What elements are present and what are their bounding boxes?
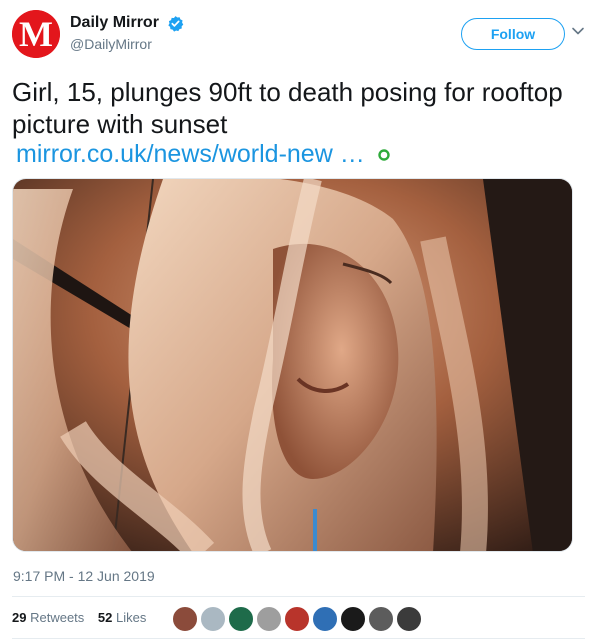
tweet-timestamp[interactable]: 9:17 PM - 12 Jun 2019 — [13, 568, 155, 584]
liker-avatar[interactable] — [228, 606, 254, 632]
chevron-down-icon[interactable] — [571, 24, 585, 38]
verified-badge-icon — [168, 15, 184, 32]
mirror-logo-icon: M — [12, 10, 60, 58]
likes-stat[interactable]: 52 Likes — [98, 610, 146, 625]
display-name[interactable]: Daily Mirror — [70, 14, 159, 32]
liker-avatar[interactable] — [368, 606, 394, 632]
likes-label: Likes — [116, 610, 147, 625]
follow-button[interactable]: Follow — [461, 18, 565, 50]
likes-count: 52 — [97, 610, 113, 625]
liker-avatar[interactable] — [256, 606, 282, 632]
divider — [12, 638, 585, 639]
tweet-stats: 29 Retweets 52 Likes — [12, 610, 156, 625]
retweets-stat[interactable]: 29 Retweets — [12, 610, 84, 625]
liker-avatar[interactable] — [340, 606, 366, 632]
account-handle: @DailyMirror — [70, 36, 152, 53]
liker-avatar[interactable] — [284, 606, 310, 632]
retweets-count: 29 — [12, 610, 27, 625]
liker-avatar[interactable] — [312, 606, 338, 632]
logo-letter: M — [19, 14, 53, 54]
link-preview-icon — [377, 149, 390, 162]
liker-avatar[interactable] — [200, 606, 226, 632]
divider — [12, 596, 585, 597]
tweet-header: M Daily Mirror @DailyMirror Follow — [12, 10, 585, 60]
avatar[interactable]: M — [12, 10, 60, 58]
tweet-text: Girl, 15, plunges 90ft to death posing f… — [12, 77, 563, 139]
photo-image — [13, 179, 572, 551]
liker-avatar[interactable] — [396, 606, 422, 632]
tweet-link[interactable]: mirror.co.uk/news/world-new … — [16, 140, 390, 169]
liker-avatar[interactable] — [172, 606, 198, 632]
account-name-block[interactable]: Daily Mirror @DailyMirror — [70, 14, 184, 52]
tweet-photo[interactable] — [12, 178, 573, 552]
tweet-link-text[interactable]: mirror.co.uk/news/world-new … — [16, 140, 365, 168]
retweets-label: Retweets — [30, 610, 85, 625]
